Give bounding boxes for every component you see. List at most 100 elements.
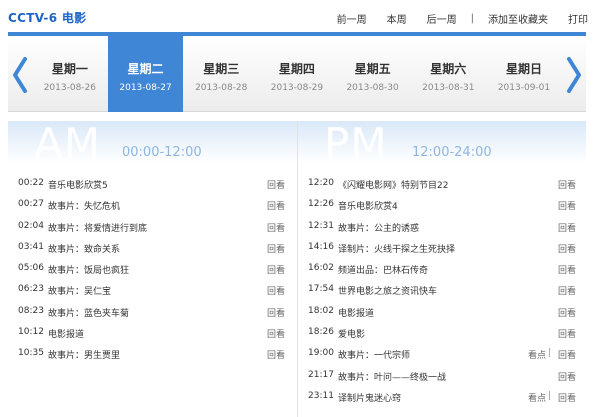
program-row: 02:04 故事片：将爱情进行到底 回看	[8, 216, 297, 237]
am-label: AM	[34, 121, 101, 163]
next-week-link[interactable]: 后一周	[427, 11, 457, 26]
replay-link[interactable]: 回看	[558, 327, 576, 340]
replay-link[interactable]: 回看	[267, 327, 285, 340]
program-row: 16:02 频道出品：巴林石传奇 回看	[298, 258, 586, 279]
program-title: 音乐电影欣赏5	[48, 181, 108, 191]
pm-banner: PM 12:00-24:00	[298, 121, 586, 163]
replay-link[interactable]: 回看	[267, 199, 285, 212]
program-row: 18:02 电影报道 回看	[298, 301, 586, 322]
program-time: 06:23	[18, 284, 44, 295]
highlight-link[interactable]: 看点	[528, 391, 546, 404]
replay-link[interactable]: 回看	[267, 221, 285, 234]
chevron-right-icon[interactable]	[564, 57, 584, 93]
day-name: 星期六	[430, 62, 467, 76]
program-time: 12:20	[308, 178, 334, 188]
replay-link[interactable]: 回看	[267, 263, 285, 276]
day-name: 星期三	[203, 62, 240, 76]
replay-link[interactable]: 回看	[267, 242, 285, 255]
top-links: 前一周 本周 后一周 | 添加至收藏夹 打印	[317, 11, 588, 26]
program-row: 12:31 故事片：公主的诱惑 回看	[298, 216, 586, 237]
program-title: 电影报道	[48, 330, 85, 341]
day-date: 2013-08-26	[43, 83, 96, 93]
program-row: 08:23 故事片：蓝色夹车菊 回看	[8, 301, 297, 322]
replay-link[interactable]: 回看	[558, 178, 576, 191]
this-week-link[interactable]: 本周	[387, 11, 407, 26]
replay-link[interactable]: 回看	[558, 221, 576, 234]
top-bar: CCTV-6 电影 前一周 本周 后一周 | 添加至收藏夹 打印	[0, 0, 600, 32]
add-to-favorites-link[interactable]: 添加至收藏夹	[488, 11, 548, 26]
program-row: 18:26 爱电影 回看	[298, 322, 586, 343]
replay-link[interactable]: 回看	[558, 199, 576, 212]
replay-link[interactable]: 回看	[267, 306, 285, 319]
day-name: 星期五	[354, 62, 391, 76]
day-date: 2013-08-27	[119, 83, 172, 93]
program-title: 《闪耀电影网》特别节目22	[338, 181, 449, 191]
program-title: 电影报道	[338, 308, 375, 319]
pm-schedule: PM 12:00-24:00 12:20 《闪耀电影网》特别节目22 回看 12:2…	[297, 121, 586, 417]
link-separator: |	[470, 13, 474, 24]
day-tabs: 星期一 2013-08-26 星期二 2013-08-27 星期三 2013-0…	[32, 36, 562, 112]
program-row: 03:41 故事片：致命关系 回看	[8, 237, 297, 258]
program-title: 故事片：蓝色夹车菊	[48, 308, 130, 319]
tab-monday[interactable]: 星期一 2013-08-26	[32, 36, 108, 112]
program-row: 23:11 译制片鬼迷心窍 看点 | 回看	[298, 386, 586, 407]
prev-week-link[interactable]: 前一周	[337, 11, 367, 26]
program-row: 12:20 《闪耀电影网》特别节目22 回看	[298, 173, 586, 194]
program-row: 19:00 故事片：一代宗师 看点 | 回看	[298, 343, 586, 364]
replay-link[interactable]: 回看	[558, 263, 576, 276]
am-program-list: 00:22 音乐电影欣赏5 回看 00:27 故事片：失忆危机 回看 02:04 故事片：…	[8, 173, 297, 365]
day-date: 2013-08-29	[270, 83, 324, 93]
program-title: 故事片：将爱情进行到底	[48, 223, 148, 234]
program-time: 00:22	[18, 178, 44, 188]
highlight-link[interactable]: 看点	[528, 348, 546, 361]
program-time: 10:35	[18, 348, 44, 359]
program-row: 06:23 故事片：吴仁宝 回看	[8, 279, 297, 300]
week-selector: 星期一 2013-08-26 星期二 2013-08-27 星期三 2013-0…	[8, 36, 586, 112]
replay-link[interactable]: 回看	[558, 284, 576, 297]
replay-link[interactable]: 回看	[558, 391, 576, 404]
replay-link[interactable]: 回看	[558, 370, 576, 383]
chevron-left-icon[interactable]	[10, 57, 30, 93]
replay-link[interactable]: 回看	[267, 348, 285, 361]
program-row: 14:16 译制片：火线干探之生死抉择 回看	[298, 237, 586, 258]
tab-thursday[interactable]: 星期四 2013-08-29	[259, 36, 335, 112]
program-time: 18:02	[308, 305, 334, 316]
program-title: 译制片鬼迷心窍	[338, 393, 402, 404]
program-row: 10:35 故事片：男生贾里 回看	[8, 343, 297, 364]
program-title: 故事片：饭局也疯狂	[48, 266, 130, 277]
tab-friday[interactable]: 星期五 2013-08-30	[335, 36, 411, 112]
day-name: 星期二	[127, 62, 164, 76]
am-schedule: AM 00:00-12:00 00:22 音乐电影欣赏5 回看 00:27 故事片：失…	[8, 121, 297, 417]
replay-link[interactable]: 回看	[558, 348, 576, 361]
program-row: 05:06 故事片：饭局也疯狂 回看	[8, 258, 297, 279]
program-row: 00:22 音乐电影欣赏5 回看	[8, 173, 297, 194]
link-separator: |	[547, 390, 551, 401]
print-link[interactable]: 打印	[568, 11, 588, 26]
replay-link[interactable]: 回看	[558, 306, 576, 319]
tab-sunday[interactable]: 星期日 2013-09-01	[486, 36, 562, 112]
program-title: 故事片：一代宗师	[338, 351, 411, 362]
program-time: 00:27	[18, 199, 44, 210]
replay-link[interactable]: 回看	[267, 284, 285, 297]
program-time: 18:26	[308, 327, 334, 338]
replay-link[interactable]: 回看	[267, 178, 285, 191]
day-date: 2013-08-30	[346, 83, 399, 93]
program-row: 10:12 电影报道 回看	[8, 322, 297, 343]
replay-link[interactable]: 回看	[558, 242, 576, 255]
program-title: 爱电影	[338, 330, 366, 341]
pm-label: PM	[324, 121, 388, 163]
program-title: 音乐电影欣赏4	[338, 202, 398, 213]
program-title: 故事片：公主的诱惑	[338, 223, 420, 234]
tab-wednesday[interactable]: 星期三 2013-08-28	[183, 36, 259, 112]
pm-time-range: 12:00-24:00	[412, 145, 492, 160]
tab-saturday[interactable]: 星期六 2013-08-31	[410, 36, 486, 112]
program-title: 故事片：男生贾里	[48, 351, 121, 362]
program-time: 19:00	[308, 348, 334, 359]
program-time: 03:41	[18, 241, 44, 252]
day-date: 2013-08-28	[195, 83, 248, 93]
program-time: 17:54	[308, 284, 334, 295]
program-title: 故事片：失忆危机	[48, 202, 121, 213]
program-time: 12:26	[308, 199, 334, 210]
program-row: 21:17 故事片：叶问——终极一战 回看	[298, 365, 586, 386]
tab-tuesday[interactable]: 星期二 2013-08-27	[107, 36, 184, 112]
